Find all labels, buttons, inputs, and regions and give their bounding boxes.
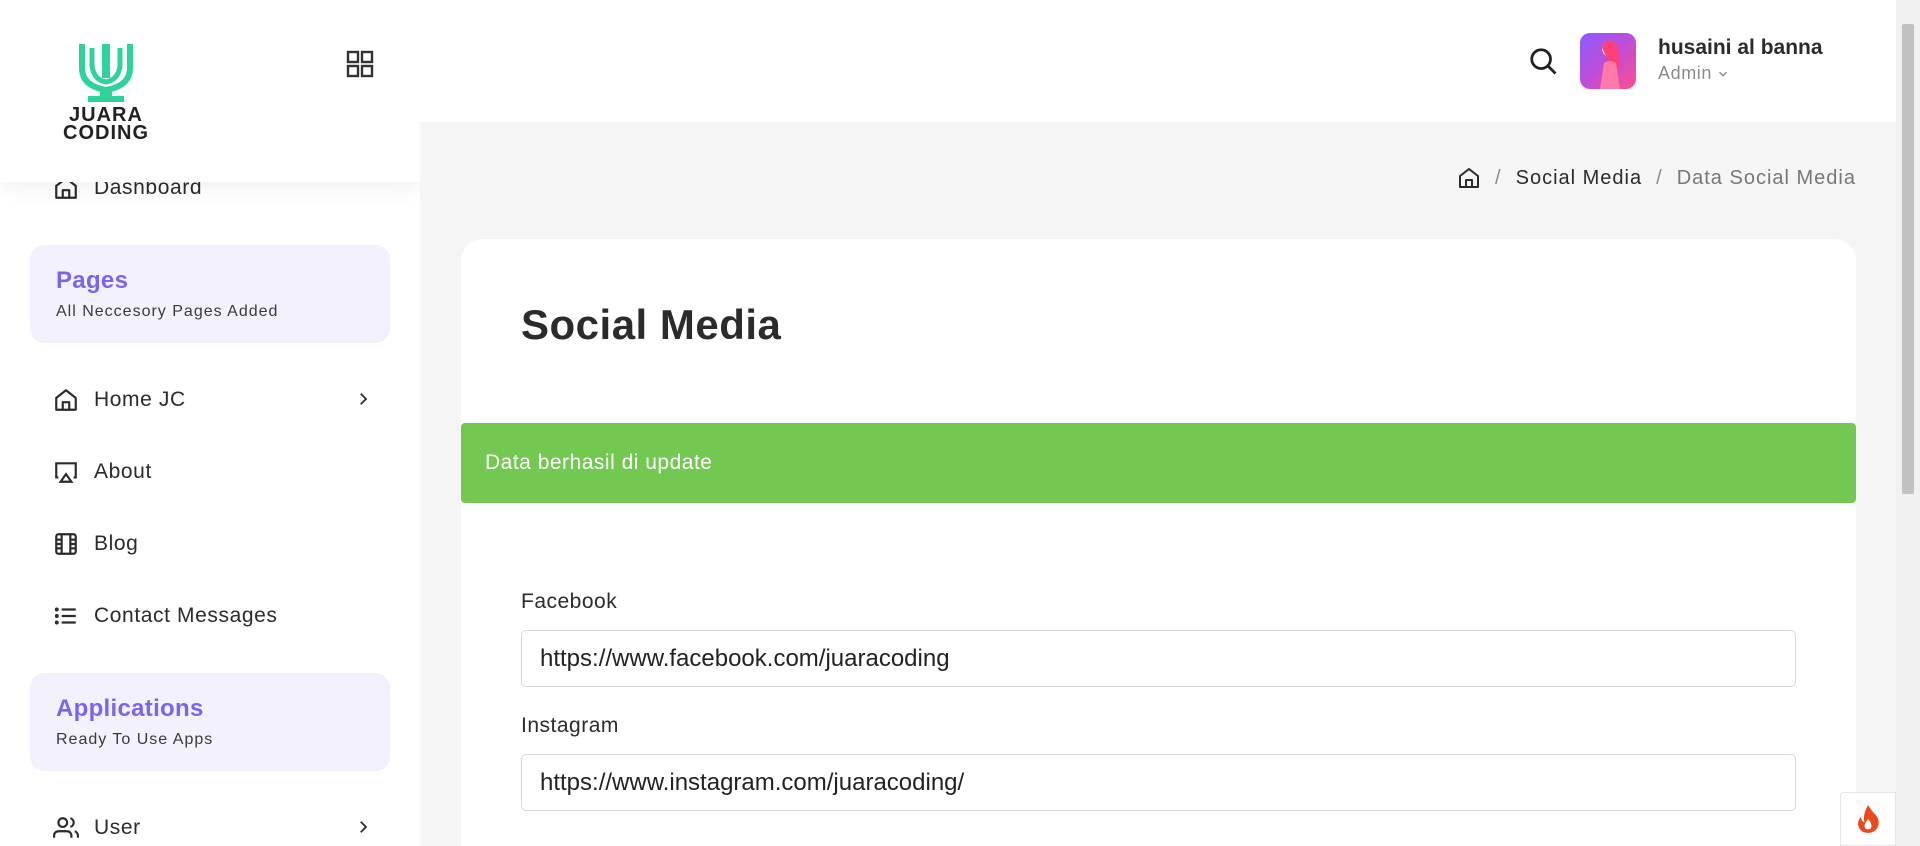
applications-section: Applications Ready To Use Apps	[30, 673, 390, 771]
breadcrumb-separator: /	[1656, 166, 1663, 189]
search-icon[interactable]	[1528, 46, 1558, 76]
sidebar-item-home-jc[interactable]: Home JC	[52, 380, 372, 420]
breadcrumb-item[interactable]: Social Media	[1516, 167, 1643, 190]
scrollbar-thumb[interactable]	[1902, 24, 1914, 494]
sidebar-item-label: User	[94, 816, 141, 839]
chevron-right-icon	[360, 821, 368, 833]
pages-section: Pages All Neccesory Pages Added	[30, 245, 390, 343]
facebook-label: Facebook	[521, 590, 618, 613]
home-icon	[52, 386, 80, 414]
breadcrumb-current: Data Social Media	[1676, 166, 1856, 189]
film-icon	[52, 530, 80, 558]
sidebar-item-label: Contact Messages	[94, 604, 278, 627]
sidebar-item-label: Blog	[94, 532, 139, 555]
chevron-right-icon	[360, 393, 368, 405]
user-role-label: Admin	[1658, 63, 1713, 83]
chevron-down-icon	[1719, 71, 1728, 77]
instagram-input[interactable]	[521, 754, 1796, 811]
success-alert: Data berhasil di update	[461, 423, 1856, 503]
user-name[interactable]: husaini al banna	[1658, 36, 1823, 60]
sidebar-item-contact-messages[interactable]: Contact Messages	[52, 596, 372, 636]
page-title: Social Media	[521, 301, 782, 348]
breadcrumb-separator: /	[1495, 166, 1502, 189]
fire-icon	[1858, 805, 1879, 833]
user-role-dropdown[interactable]: Admin	[1658, 63, 1730, 84]
page-scrollbar[interactable]	[1896, 0, 1920, 846]
sidebar-item-label: Home JC	[94, 388, 186, 411]
top-header	[420, 0, 1896, 122]
breadcrumb: / Social Media / Data Social Media	[1457, 166, 1856, 190]
grid-menu-icon[interactable]	[346, 50, 374, 78]
section-title: Pages	[56, 267, 129, 294]
list-icon	[52, 602, 80, 630]
sidebar-item-blog[interactable]: Blog	[52, 524, 372, 564]
users-icon	[52, 814, 80, 842]
airplay-icon	[52, 458, 80, 486]
facebook-input[interactable]	[521, 630, 1796, 687]
section-subtitle: Ready To Use Apps	[56, 731, 214, 748]
home-icon[interactable]	[1457, 166, 1481, 190]
instagram-label: Instagram	[521, 714, 619, 737]
sidebar-item-label: About	[94, 460, 152, 483]
section-title: Applications	[56, 695, 204, 722]
avatar[interactable]	[1580, 33, 1636, 89]
brand-header: JUARA CODING	[0, 0, 420, 182]
social-media-card: Social Media Data berhasil di update Fac…	[461, 239, 1856, 846]
sidebar-item-about[interactable]: About	[52, 452, 372, 492]
sidebar: JUARA CODING Dashboard Pages All Necceso…	[0, 0, 420, 846]
section-subtitle: All Neccesory Pages Added	[56, 303, 279, 320]
logo-wordmark: JUARA CODING	[63, 104, 149, 144]
sidebar-item-user[interactable]: User	[52, 808, 372, 846]
floating-action-button[interactable]	[1840, 792, 1896, 846]
